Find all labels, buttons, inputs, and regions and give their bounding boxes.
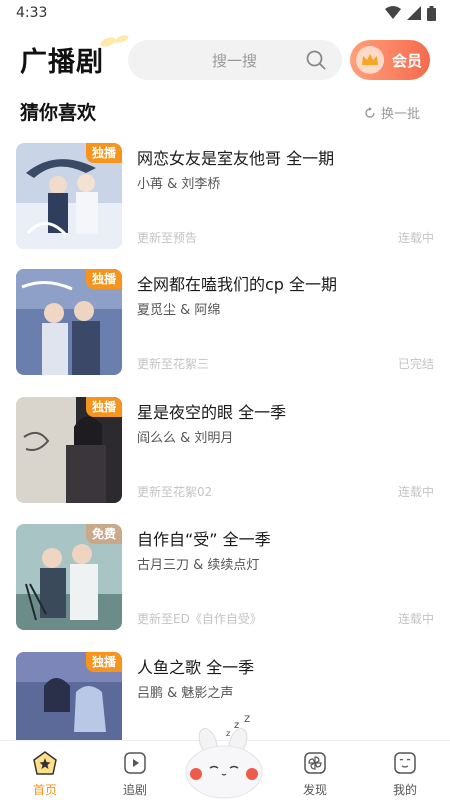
drama-title[interactable]: 星是夜空的眼 全一季 [137, 399, 286, 423]
drama-status: 连载中 [397, 231, 434, 245]
signal-icon [407, 6, 421, 20]
crown-icon [356, 46, 384, 74]
drama-cast: 小苒 & 刘李桥 [137, 177, 221, 192]
svg-text:z: z [226, 729, 230, 738]
drama-cast: 夏觅尘 & 阿绵 [137, 303, 221, 318]
home-star-icon [33, 751, 57, 775]
drama-cover-image[interactable]: 独播 [16, 143, 122, 249]
drama-update-info: 更新至花絮三 [137, 357, 210, 371]
face-icon [393, 751, 417, 775]
drama-list-item[interactable]: 独播 星是夜空的眼 全一季 阎么么 & 刘明月 更新至花絮02 连载中 [0, 397, 450, 507]
drama-update-info: 更新至ED《自作自受》 [137, 612, 262, 626]
drama-cover-image[interactable]: 独播 [16, 269, 122, 375]
search-bar[interactable]: 搜一搜 [128, 40, 342, 80]
tab-discover[interactable]: 发现 [280, 741, 350, 800]
drama-title[interactable]: 自作自“受” 全一季 [137, 526, 271, 550]
drama-list-item[interactable]: 独播 网恋女友是室友他哥 全一期 小苒 & 刘李桥 更新至预告 连载中 [0, 143, 450, 253]
search-icon[interactable] [306, 50, 326, 70]
drama-status: 已完结 [397, 357, 434, 371]
refresh-label: 换一批 [380, 107, 420, 122]
drama-status: 连载中 [397, 485, 434, 499]
drama-cast: 吕鹏 & 魅影之声 [137, 686, 234, 701]
search-placeholder: 搜一搜 [212, 51, 258, 70]
exclusive-badge: 独播 [85, 397, 122, 417]
status-bar: 4:33 [0, 0, 450, 26]
mascot-bunny-icon[interactable]: z Z z [178, 714, 274, 800]
vip-label: 会员 [392, 51, 423, 70]
wifi-icon [385, 6, 401, 19]
drama-title[interactable]: 人鱼之歌 全一季 [137, 654, 254, 678]
free-badge: 免费 [85, 524, 122, 544]
app-header: 广播剧 搜一搜 会员 [0, 35, 450, 84]
exclusive-badge: 独播 [85, 652, 122, 672]
refresh-icon [365, 106, 375, 118]
drama-list-item[interactable]: 独播 全网都在嗑我们的cp 全一期 夏觅尘 & 阿绵 更新至花絮三 已完结 [0, 269, 450, 379]
tab-label: 首页 [32, 783, 57, 797]
drama-title[interactable]: 全网都在嗑我们的cp 全一期 [137, 271, 337, 295]
tab-follow[interactable]: 追剧 [100, 741, 170, 800]
drama-update-info: 更新至预告 [137, 231, 198, 245]
drama-cast: 古月三刀 & 续续点灯 [137, 558, 260, 573]
drama-update-info: 更新至花絮02 [137, 485, 213, 499]
drama-cover-image[interactable]: 免费 [16, 524, 122, 630]
tab-home[interactable]: 首页 [10, 741, 80, 800]
drama-title[interactable]: 网恋女友是室友他哥 全一期 [137, 145, 334, 169]
tab-profile[interactable]: 我的 [370, 741, 440, 800]
svg-text:Z: Z [244, 715, 250, 725]
exclusive-badge: 独播 [85, 143, 122, 163]
play-icon [123, 751, 147, 775]
tab-label: 我的 [392, 783, 417, 797]
vip-button[interactable]: 会员 [350, 40, 430, 80]
brand-decoration-icon [100, 35, 129, 47]
recommend-section-header: 猜你喜欢 换一批 [0, 98, 450, 128]
status-time: 4:33 [16, 5, 48, 21]
drama-cover-image[interactable]: 独播 [16, 397, 122, 503]
drama-cast: 阎么么 & 刘明月 [137, 431, 234, 446]
exclusive-badge: 独播 [85, 269, 122, 289]
status-icons [385, 5, 436, 21]
drama-status: 连载中 [397, 612, 434, 626]
app-brand-title: 广播剧 [20, 47, 104, 78]
section-title: 猜你喜欢 [20, 102, 97, 124]
refresh-button[interactable]: 换一批 [364, 103, 420, 122]
drama-list-item[interactable]: 免费 自作自“受” 全一季 古月三刀 & 续续点灯 更新至ED《自作自受》 连载… [0, 524, 450, 634]
pinwheel-icon [303, 751, 327, 775]
battery-icon [427, 5, 436, 21]
tab-label: 追剧 [122, 783, 147, 797]
tab-label: 发现 [302, 783, 327, 797]
